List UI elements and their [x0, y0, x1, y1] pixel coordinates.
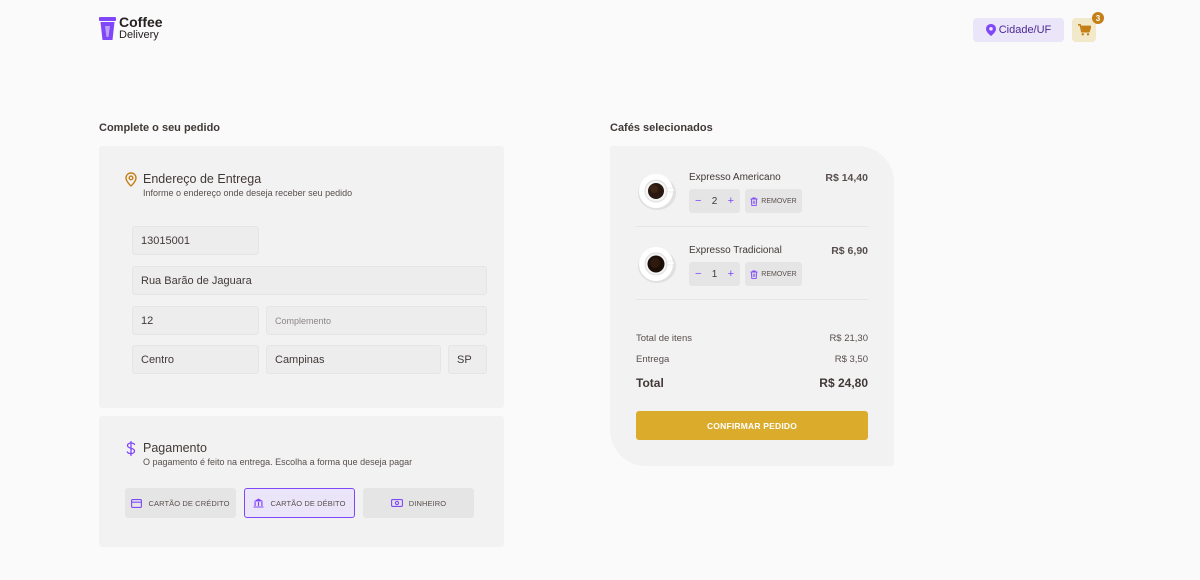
street-field[interactable]: Rua Barão de Jaguara: [132, 266, 487, 295]
form-section-title: Complete o seu pedido: [99, 122, 221, 134]
remove-button[interactable]: REMOVER: [745, 189, 802, 213]
address-title: Endereço de Entrega: [143, 172, 262, 186]
minus-icon[interactable]: −: [695, 195, 701, 207]
summary-delivery-row: Entrega R$ 3,50: [636, 354, 868, 365]
cart-item-price: R$ 14,40: [825, 172, 868, 184]
summary-total-label: Total: [636, 376, 664, 390]
address-subtitle: Informe o endereço onde deseja receber s…: [143, 188, 353, 198]
coffee-tradicional-image: [638, 247, 676, 283]
location-label: Cidade/UF: [998, 24, 1052, 36]
map-pin-icon: [985, 24, 996, 36]
remove-label: REMOVER: [761, 270, 797, 278]
summary-items-row: Total de itens R$ 21,30: [636, 333, 868, 344]
map-pin-outline-icon: [125, 172, 137, 187]
quantity-value: 2: [711, 195, 718, 207]
summary-items-label: Total de itens: [636, 333, 692, 344]
payment-option-debit-label: CARTÃO DE DÉBITO: [270, 498, 346, 508]
cart-item-name: Expresso Tradicional: [689, 245, 782, 256]
plus-icon[interactable]: +: [728, 195, 734, 207]
city-field[interactable]: Campinas: [266, 345, 441, 374]
location-button[interactable]: Cidade/UF: [973, 18, 1064, 42]
coffee-americano-image: [638, 174, 676, 210]
payment-header: Pagamento O pagamento é feito na entrega…: [125, 441, 412, 467]
remove-label: REMOVER: [761, 197, 797, 205]
payment-subtitle: O pagamento é feito na entrega. Escolha …: [143, 457, 413, 467]
cart-button[interactable]: 3: [1072, 12, 1104, 42]
logo-title: Coffee: [119, 14, 163, 30]
cep-field[interactable]: 13015001: [132, 226, 259, 255]
cart-item: Expresso Americano R$ 14,40 − 2 + REMOVE…: [636, 171, 868, 244]
remove-button[interactable]: REMOVER: [745, 262, 802, 286]
payment-option-debit[interactable]: CARTÃO DE DÉBITO: [244, 488, 355, 518]
logo[interactable]: Coffee Delivery: [99, 14, 163, 42]
summary-total-row: Total R$ 24,80: [636, 376, 868, 390]
payment-card: [99, 416, 504, 547]
divider: [636, 226, 868, 227]
trash-icon: [750, 197, 758, 206]
minus-icon[interactable]: −: [695, 268, 701, 280]
divider: [636, 299, 868, 300]
payment-option-credit-label: CARTÃO DE CRÉDITO: [148, 498, 230, 508]
payment-title: Pagamento: [143, 441, 207, 455]
summary-delivery-value: R$ 3,50: [834, 354, 868, 365]
bank-icon: [253, 498, 264, 508]
quantity-stepper[interactable]: − 1 +: [689, 262, 740, 286]
uf-field[interactable]: SP: [448, 345, 487, 374]
header: Coffee Delivery Cidade/UF 3: [0, 0, 1200, 60]
cart-section-title: Cafés selecionados: [610, 122, 713, 134]
payment-option-credit[interactable]: CARTÃO DE CRÉDITO: [125, 488, 236, 518]
money-icon: [390, 499, 403, 507]
payment-option-cash-label: DINHEIRO: [408, 498, 447, 508]
dollar-icon: [126, 441, 136, 456]
cart-item: Expresso Tradicional R$ 6,90 − 1 + REMOV…: [636, 244, 868, 317]
address-header: Endereço de Entrega Informe o endereço o…: [125, 172, 352, 198]
logo-cup-icon: [99, 17, 116, 40]
cart-icon: [1077, 24, 1091, 36]
quantity-value: 1: [711, 268, 718, 280]
trash-icon: [750, 270, 758, 279]
cart-item-price: R$ 6,90: [831, 245, 868, 257]
confirm-order-button[interactable]: CONFIRMAR PEDIDO: [636, 411, 868, 440]
quantity-stepper[interactable]: − 2 +: [689, 189, 740, 213]
summary-delivery-label: Entrega: [636, 354, 670, 365]
logo-subtitle: Delivery: [119, 29, 159, 41]
cart-item-name: Expresso Americano: [689, 172, 781, 183]
credit-card-icon: [131, 498, 143, 508]
plus-icon[interactable]: +: [728, 268, 734, 280]
complement-field[interactable]: Complemento: [266, 306, 487, 335]
summary-total-value: R$ 24,80: [819, 376, 868, 390]
payment-option-cash[interactable]: DINHEIRO: [363, 488, 474, 518]
summary-items-value: R$ 21,30: [829, 333, 868, 344]
number-field[interactable]: 12: [132, 306, 259, 335]
cart-count-badge: 3: [1092, 12, 1104, 24]
neighborhood-field[interactable]: Centro: [132, 345, 259, 374]
